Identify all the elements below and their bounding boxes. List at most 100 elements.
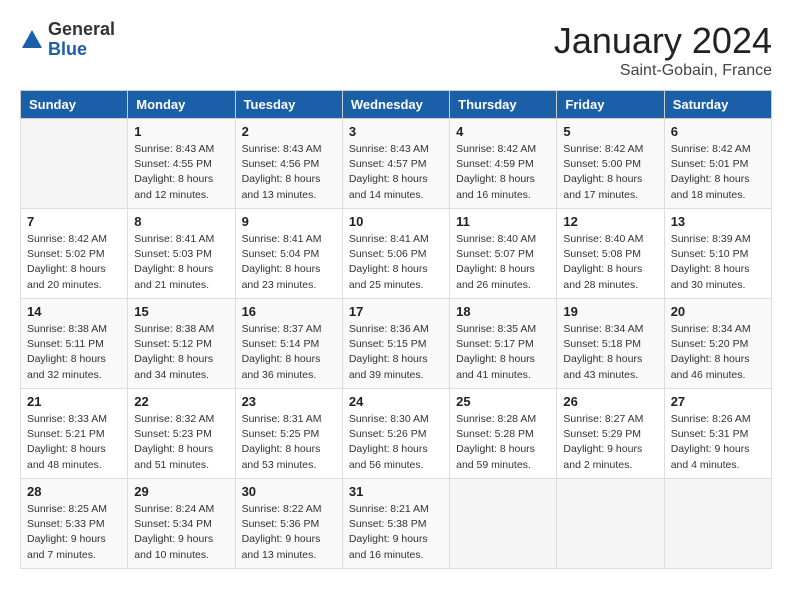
logo-general-text: General xyxy=(48,19,115,39)
day-detail: Sunrise: 8:43 AM Sunset: 4:55 PM Dayligh… xyxy=(134,142,228,203)
calendar-cell: 17Sunrise: 8:36 AM Sunset: 5:15 PM Dayli… xyxy=(342,299,449,389)
calendar-cell: 18Sunrise: 8:35 AM Sunset: 5:17 PM Dayli… xyxy=(450,299,557,389)
day-number: 9 xyxy=(242,214,336,229)
day-detail: Sunrise: 8:40 AM Sunset: 5:07 PM Dayligh… xyxy=(456,232,550,293)
day-detail: Sunrise: 8:34 AM Sunset: 5:20 PM Dayligh… xyxy=(671,322,765,383)
day-number: 6 xyxy=(671,124,765,139)
month-title: January 2024 xyxy=(554,20,772,62)
day-header-monday: Monday xyxy=(128,91,235,119)
day-number: 29 xyxy=(134,484,228,499)
day-number: 11 xyxy=(456,214,550,229)
day-detail: Sunrise: 8:43 AM Sunset: 4:57 PM Dayligh… xyxy=(349,142,443,203)
day-number: 25 xyxy=(456,394,550,409)
day-detail: Sunrise: 8:21 AM Sunset: 5:38 PM Dayligh… xyxy=(349,502,443,563)
calendar-cell: 28 Sunrise: 8:25 AM Sunset: 5:33 PM Dayli… xyxy=(21,479,128,569)
day-number: 12 xyxy=(563,214,657,229)
day-number: 1 xyxy=(134,124,228,139)
day-detail: Sunrise: 8:33 AM Sunset: 5:21 PM Dayligh… xyxy=(27,412,121,473)
logo-blue-text: Blue xyxy=(48,39,87,59)
calendar-cell: 19 Sunrise: 8:34 AM Sunset: 5:18 PM Dayli… xyxy=(557,299,664,389)
calendar-cell: 5 Sunrise: 8:42 AM Sunset: 5:00 PM Daylig… xyxy=(557,119,664,209)
day-detail: Sunrise: 8:36 AM Sunset: 5:15 PM Dayligh… xyxy=(349,322,443,383)
day-detail: Sunrise: 8:41 AM Sunset: 5:03 PM Dayligh… xyxy=(134,232,228,293)
calendar-cell: 30 Sunrise: 8:22 AM Sunset: 5:36 PM Dayli… xyxy=(235,479,342,569)
day-detail: Sunrise: 8:41 AM Sunset: 5:04 PM Dayligh… xyxy=(242,232,336,293)
calendar-cell: 12Sunrise: 8:40 AM Sunset: 5:08 PM Dayli… xyxy=(557,209,664,299)
calendar-header: SundayMondayTuesdayWednesdayThursdayFrid… xyxy=(21,91,772,119)
logo-icon xyxy=(20,28,44,52)
day-detail: Sunrise: 8:42 AM Sunset: 5:01 PM Dayligh… xyxy=(671,142,765,203)
day-number: 3 xyxy=(349,124,443,139)
day-number: 20 xyxy=(671,304,765,319)
calendar-cell: 26 Sunrise: 8:27 AM Sunset: 5:29 PM Dayli… xyxy=(557,389,664,479)
day-number: 24 xyxy=(349,394,443,409)
day-number: 30 xyxy=(242,484,336,499)
day-detail: Sunrise: 8:30 AM Sunset: 5:26 PM Dayligh… xyxy=(349,412,443,473)
calendar-cell: 6 Sunrise: 8:42 AM Sunset: 5:01 PM Daylig… xyxy=(664,119,771,209)
calendar-week-4: 21 Sunrise: 8:33 AM Sunset: 5:21 PM Dayli… xyxy=(21,389,772,479)
calendar-cell: 2Sunrise: 8:43 AM Sunset: 4:56 PM Daylig… xyxy=(235,119,342,209)
logo: General Blue xyxy=(20,20,115,60)
calendar-cell xyxy=(450,479,557,569)
day-header-thursday: Thursday xyxy=(450,91,557,119)
calendar-cell xyxy=(21,119,128,209)
day-detail: Sunrise: 8:34 AM Sunset: 5:18 PM Dayligh… xyxy=(563,322,657,383)
day-detail: Sunrise: 8:42 AM Sunset: 4:59 PM Dayligh… xyxy=(456,142,550,203)
title-area: January 2024 Saint-Gobain, France xyxy=(554,20,772,80)
day-detail: Sunrise: 8:42 AM Sunset: 5:00 PM Dayligh… xyxy=(563,142,657,203)
calendar-cell: 25 Sunrise: 8:28 AM Sunset: 5:28 PM Dayli… xyxy=(450,389,557,479)
day-number: 14 xyxy=(27,304,121,319)
calendar-cell: 20 Sunrise: 8:34 AM Sunset: 5:20 PM Dayli… xyxy=(664,299,771,389)
calendar-cell: 23Sunrise: 8:31 AM Sunset: 5:25 PM Dayli… xyxy=(235,389,342,479)
day-detail: Sunrise: 8:42 AM Sunset: 5:02 PM Dayligh… xyxy=(27,232,121,293)
day-detail: Sunrise: 8:39 AM Sunset: 5:10 PM Dayligh… xyxy=(671,232,765,293)
day-number: 26 xyxy=(563,394,657,409)
day-detail: Sunrise: 8:25 AM Sunset: 5:33 PM Dayligh… xyxy=(27,502,121,563)
day-number: 31 xyxy=(349,484,443,499)
day-number: 4 xyxy=(456,124,550,139)
header: General Blue January 2024 Saint-Gobain, … xyxy=(20,20,772,80)
calendar-cell: 21 Sunrise: 8:33 AM Sunset: 5:21 PM Dayli… xyxy=(21,389,128,479)
calendar-cell xyxy=(664,479,771,569)
day-detail: Sunrise: 8:37 AM Sunset: 5:14 PM Dayligh… xyxy=(242,322,336,383)
calendar-cell: 1 Sunrise: 8:43 AM Sunset: 4:55 PM Daylig… xyxy=(128,119,235,209)
day-number: 13 xyxy=(671,214,765,229)
day-detail: Sunrise: 8:38 AM Sunset: 5:12 PM Dayligh… xyxy=(134,322,228,383)
calendar-cell: 31 Sunrise: 8:21 AM Sunset: 5:38 PM Dayli… xyxy=(342,479,449,569)
day-header-friday: Friday xyxy=(557,91,664,119)
calendar-cell: 16 Sunrise: 8:37 AM Sunset: 5:14 PM Dayli… xyxy=(235,299,342,389)
calendar-week-5: 28 Sunrise: 8:25 AM Sunset: 5:33 PM Dayli… xyxy=(21,479,772,569)
day-number: 5 xyxy=(563,124,657,139)
day-number: 19 xyxy=(563,304,657,319)
calendar-cell: 15Sunrise: 8:38 AM Sunset: 5:12 PM Dayli… xyxy=(128,299,235,389)
header-row: SundayMondayTuesdayWednesdayThursdayFrid… xyxy=(21,91,772,119)
day-detail: Sunrise: 8:28 AM Sunset: 5:28 PM Dayligh… xyxy=(456,412,550,473)
day-header-tuesday: Tuesday xyxy=(235,91,342,119)
day-header-sunday: Sunday xyxy=(21,91,128,119)
day-detail: Sunrise: 8:41 AM Sunset: 5:06 PM Dayligh… xyxy=(349,232,443,293)
calendar-cell: 7 Sunrise: 8:42 AM Sunset: 5:02 PM Daylig… xyxy=(21,209,128,299)
day-number: 21 xyxy=(27,394,121,409)
day-number: 16 xyxy=(242,304,336,319)
day-detail: Sunrise: 8:38 AM Sunset: 5:11 PM Dayligh… xyxy=(27,322,121,383)
day-number: 7 xyxy=(27,214,121,229)
calendar-cell: 14 Sunrise: 8:38 AM Sunset: 5:11 PM Dayli… xyxy=(21,299,128,389)
day-header-wednesday: Wednesday xyxy=(342,91,449,119)
calendar-week-1: 1 Sunrise: 8:43 AM Sunset: 4:55 PM Daylig… xyxy=(21,119,772,209)
day-detail: Sunrise: 8:22 AM Sunset: 5:36 PM Dayligh… xyxy=(242,502,336,563)
calendar-cell: 8 Sunrise: 8:41 AM Sunset: 5:03 PM Daylig… xyxy=(128,209,235,299)
day-number: 18 xyxy=(456,304,550,319)
day-detail: Sunrise: 8:27 AM Sunset: 5:29 PM Dayligh… xyxy=(563,412,657,473)
day-number: 27 xyxy=(671,394,765,409)
day-number: 28 xyxy=(27,484,121,499)
day-detail: Sunrise: 8:43 AM Sunset: 4:56 PM Dayligh… xyxy=(242,142,336,203)
day-detail: Sunrise: 8:24 AM Sunset: 5:34 PM Dayligh… xyxy=(134,502,228,563)
location-subtitle: Saint-Gobain, France xyxy=(554,62,772,80)
day-number: 8 xyxy=(134,214,228,229)
day-number: 10 xyxy=(349,214,443,229)
calendar-cell: 13 Sunrise: 8:39 AM Sunset: 5:10 PM Dayli… xyxy=(664,209,771,299)
calendar-table: SundayMondayTuesdayWednesdayThursdayFrid… xyxy=(20,90,772,569)
calendar-cell: 10 Sunrise: 8:41 AM Sunset: 5:06 PM Dayli… xyxy=(342,209,449,299)
day-detail: Sunrise: 8:31 AM Sunset: 5:25 PM Dayligh… xyxy=(242,412,336,473)
calendar-cell: 29 Sunrise: 8:24 AM Sunset: 5:34 PM Dayli… xyxy=(128,479,235,569)
